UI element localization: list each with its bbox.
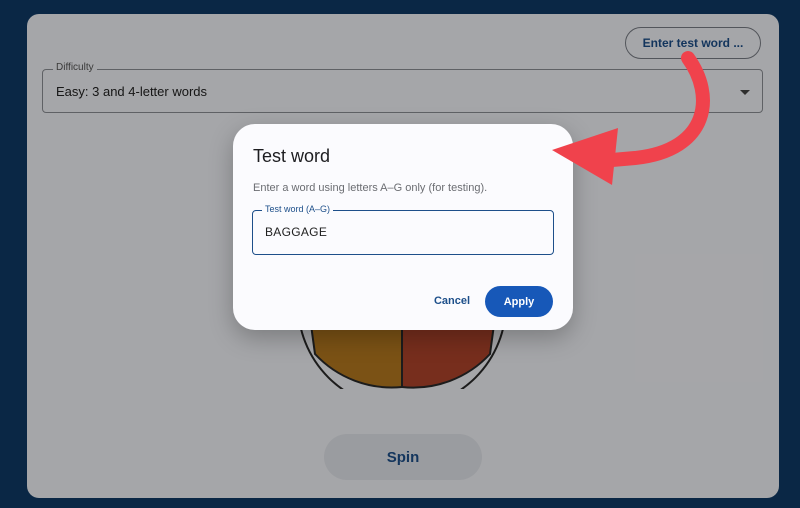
annotation-arrow-icon: [552, 51, 710, 185]
cancel-button[interactable]: Cancel: [423, 293, 481, 309]
test-word-dialog: Test word Enter a word using letters A–G…: [233, 124, 573, 330]
apply-button[interactable]: Apply: [485, 286, 553, 317]
test-word-input-label: Test word (A–G): [262, 204, 334, 214]
test-word-input[interactable]: Test word (A–G) BAGGAGE: [252, 204, 554, 255]
dialog-title: Test word: [253, 146, 331, 166]
dialog-description: Enter a word using letters A–G only (for…: [253, 182, 488, 194]
test-word-input-value[interactable]: BAGGAGE: [265, 225, 327, 239]
